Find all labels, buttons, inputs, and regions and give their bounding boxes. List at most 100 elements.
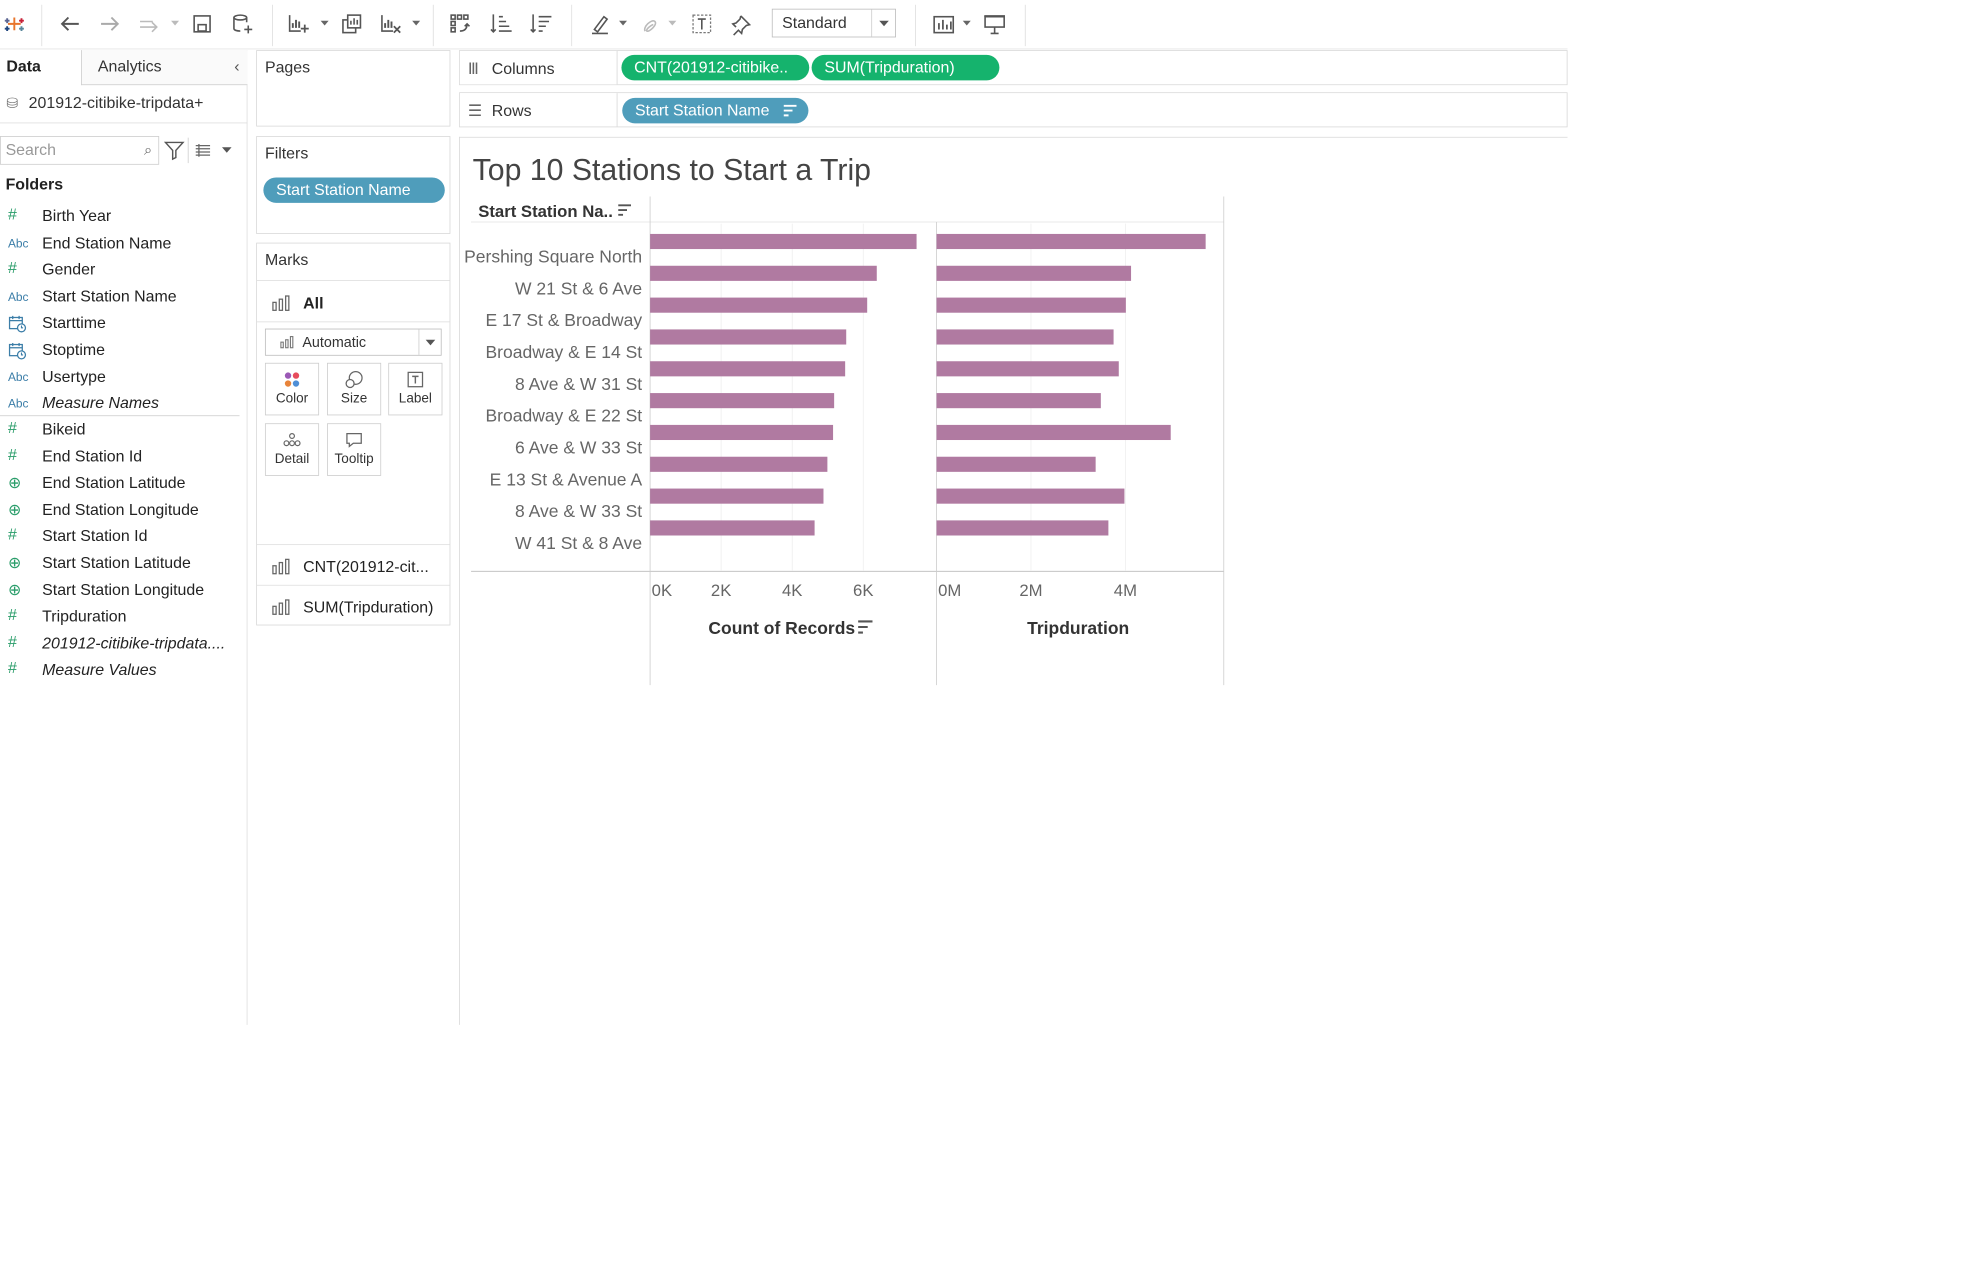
view-mode-value: Standard xyxy=(782,14,847,32)
field-item[interactable]: Abc Measure Names xyxy=(0,392,243,417)
columns-pill-cnt[interactable]: CNT(201912-citibike.. xyxy=(621,54,810,81)
viz-area: Top 10 Stations to Start a Trip Start St… xyxy=(459,136,1568,1025)
rows-shelf[interactable]: ☰ Rows Start Station Name xyxy=(459,92,1568,128)
bar xyxy=(650,297,868,313)
field-item[interactable]: ⊕ Start Station Longitude xyxy=(0,578,243,603)
bar xyxy=(936,456,1096,472)
data-pane: Data Analytics ‹ ⛁ 201912-citibike-tripda… xyxy=(0,50,248,1025)
axis-title: Count of Records xyxy=(708,618,855,638)
marks-measure-sum[interactable]: SUM(Tripduration) xyxy=(303,599,433,617)
view-list-icon[interactable] xyxy=(193,141,212,160)
highlight-icon[interactable] xyxy=(586,10,615,39)
mark-type-select[interactable]: Automatic xyxy=(264,328,442,356)
tick-label: 2K xyxy=(711,581,731,600)
field-item[interactable]: ⊕ Start Station Latitude xyxy=(0,551,243,576)
clear-sheet-icon[interactable] xyxy=(376,10,405,39)
field-label: Start Station Name xyxy=(42,287,177,306)
rows-pill-start-station-name[interactable]: Start Station Name xyxy=(622,97,809,124)
field-label: Gender xyxy=(42,261,96,279)
label-button[interactable]: Label xyxy=(388,362,443,416)
color-button-label: Color xyxy=(275,390,309,406)
globe-icon: ⊕ xyxy=(7,474,22,492)
field-item[interactable]: #201912-citibike-tripdata.... xyxy=(0,632,243,657)
size-button-label: Size xyxy=(340,390,368,406)
tick-label: 2M xyxy=(1019,581,1042,600)
view-mode-select[interactable]: Standard xyxy=(771,8,896,38)
detail-button[interactable]: Detail xyxy=(264,423,320,476)
field-item[interactable]: # Start Station Id xyxy=(0,525,243,550)
field-item[interactable]: # End Station Id xyxy=(0,444,243,469)
axis-title: Tripduration xyxy=(1027,618,1129,638)
pin-icon[interactable] xyxy=(727,10,756,39)
chevron-down-icon[interactable] xyxy=(871,9,895,37)
replay-icon[interactable] xyxy=(135,10,164,39)
filter-fields-icon[interactable] xyxy=(163,139,185,161)
show-me-icon[interactable] xyxy=(929,10,958,39)
chevron-down-icon[interactable] xyxy=(222,147,232,153)
pages-card[interactable]: Pages xyxy=(256,50,451,127)
duplicate-sheet-icon[interactable] xyxy=(337,10,366,39)
bar xyxy=(936,393,1101,409)
field-item[interactable]: Abc Usertype xyxy=(0,365,243,390)
field-item[interactable]: # Birth Year xyxy=(0,204,243,229)
field-label: Start Station Latitude xyxy=(42,554,191,573)
redo-icon[interactable] xyxy=(95,10,124,39)
field-label: Start Station Longitude xyxy=(42,581,205,599)
field-label: End Station Id xyxy=(42,447,143,466)
category-label: E 17 St & Broadway xyxy=(486,310,643,330)
number-icon: # xyxy=(7,606,17,624)
sort-ascending-icon[interactable] xyxy=(487,10,516,39)
field-item[interactable]: Abc Start Station Name xyxy=(0,285,243,310)
category-label: Pershing Square North xyxy=(464,247,642,267)
filter-pill-start-station-name[interactable]: Start Station Name xyxy=(263,177,445,203)
category-label: W 41 St & 8 Ave xyxy=(515,533,642,553)
save-icon[interactable] xyxy=(188,10,217,39)
sort-descending-icon xyxy=(783,103,797,122)
sort-descending-icon[interactable] xyxy=(527,10,556,39)
string-icon: Abc xyxy=(7,397,29,411)
swap-icon[interactable] xyxy=(446,10,475,39)
tableau-logo-icon[interactable] xyxy=(0,10,29,39)
tab-data[interactable]: Data xyxy=(0,50,81,85)
field-item[interactable]: Abc End Station Name xyxy=(0,231,243,256)
field-item[interactable]: Starttime xyxy=(0,311,243,336)
columns-pill-sum[interactable]: SUM(Tripduration) xyxy=(811,54,1000,81)
columns-shelf[interactable]: Ⅲ Columns CNT(201912-citibike.. SUM(Tripd… xyxy=(459,50,1568,86)
number-icon: # xyxy=(7,446,17,464)
field-item[interactable]: # Tripduration xyxy=(0,605,243,630)
bar xyxy=(936,297,1126,313)
field-item[interactable]: ⊕ End Station Longitude xyxy=(0,498,243,523)
calendar-icon xyxy=(8,315,32,338)
annotate-icon[interactable] xyxy=(635,10,664,39)
filters-card[interactable]: Filters Start Station Name xyxy=(256,136,451,234)
presentation-icon[interactable] xyxy=(980,10,1009,39)
field-label: Starttime xyxy=(42,314,106,333)
field-item[interactable]: # Bikeid xyxy=(0,418,243,443)
bar xyxy=(936,361,1119,377)
show-title-icon[interactable] xyxy=(687,10,716,39)
field-label: Stoptime xyxy=(42,341,105,359)
field-item[interactable]: # Measure Values xyxy=(0,658,243,683)
field-item[interactable]: # Gender xyxy=(0,258,243,283)
number-icon: # xyxy=(7,659,17,678)
size-button[interactable]: Size xyxy=(327,362,382,416)
mark-type-value: Automatic xyxy=(302,334,367,351)
new-worksheet-icon[interactable] xyxy=(283,10,312,39)
new-datasource-icon[interactable] xyxy=(228,10,257,39)
field-item[interactable]: ⊕ End Station Latitude xyxy=(0,471,243,496)
undo-icon[interactable] xyxy=(56,10,85,39)
tooltip-button[interactable]: Tooltip xyxy=(327,423,382,476)
columns-icon: Ⅲ xyxy=(467,60,479,78)
marks-measure-cnt[interactable]: CNT(201912-cit... xyxy=(303,559,429,577)
columns-label: Columns xyxy=(491,60,555,78)
marks-all-label[interactable]: All xyxy=(303,295,323,313)
collapse-pane-icon[interactable]: ‹ xyxy=(234,58,239,76)
color-button[interactable]: Color xyxy=(264,362,320,416)
datasource-row[interactable]: ⛁ 201912-citibike-tripdata+ xyxy=(0,87,248,124)
search-input[interactable]: Search ⌕ xyxy=(0,136,160,165)
bar xyxy=(936,265,1132,281)
number-icon: # xyxy=(7,526,17,544)
field-item[interactable]: Stoptime xyxy=(0,338,243,363)
chevron-down-icon[interactable] xyxy=(425,339,436,346)
tab-analytics[interactable]: Analytics ‹ xyxy=(81,50,248,86)
